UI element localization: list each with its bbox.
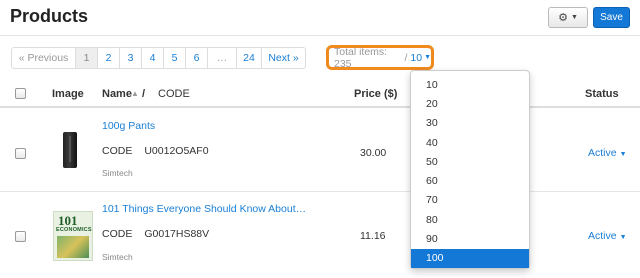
vendor-name: Simtech [102,168,133,178]
product-thumbnail[interactable]: 101 ECONOMICS [53,211,93,261]
page-link-4[interactable]: 4 [141,47,164,69]
caret-down-icon: ▼ [619,234,627,241]
select-all-checkbox[interactable] [15,88,26,99]
page-link-2[interactable]: 2 [97,47,120,69]
menu-option-90[interactable]: 90 [411,229,529,248]
status-label: Active [588,230,617,242]
status-dropdown[interactable]: Active ▼ [588,147,627,159]
menu-option-30[interactable]: 30 [411,114,529,133]
status-dropdown[interactable]: Active ▼ [588,230,627,242]
caret-down-icon: ▼ [424,54,431,61]
column-header-image: Image [52,88,84,100]
table-row: 101 ECONOMICS 101 Things Everyone Should… [0,193,640,278]
product-name-link[interactable]: 100g Pants [102,120,155,132]
menu-option-50[interactable]: 50 [411,152,529,171]
pagination-ellipsis: … [207,47,237,69]
product-code: CODE U0012O5AF0 [102,145,209,157]
items-per-page-selector[interactable]: Total items: 235 / 10 ▼ [326,45,434,70]
menu-option-40[interactable]: 40 [411,133,529,152]
page-link-3[interactable]: 3 [119,47,142,69]
save-button[interactable]: Save [593,7,630,28]
product-code: CODE G0017HS88V [102,228,209,240]
gear-icon: ⚙ [558,12,568,24]
book-cover-title: ECONOMICS [56,227,92,233]
pagination: « Previous 1 2 3 4 5 6 … 24 Next » [11,47,306,69]
page-link-6[interactable]: 6 [185,47,208,69]
menu-option-100[interactable]: 100 [411,248,529,268]
header-separator: / [142,88,146,100]
status-label: Active [588,147,617,159]
page-link-1[interactable]: 1 [75,47,98,69]
page-link-5[interactable]: 5 [163,47,186,69]
product-price: 11.16 [360,230,386,242]
vendor-name: Simtech [102,252,133,262]
row-checkbox[interactable] [15,231,26,242]
next-page-link[interactable]: Next » [261,47,306,69]
menu-option-80[interactable]: 80 [411,210,529,229]
total-items-label: Total items: 235 [334,45,388,70]
product-thumbnail[interactable] [63,132,77,168]
column-header-price[interactable]: Price ($) [354,88,397,100]
sort-asc-icon[interactable]: ▲ [131,89,139,98]
previous-page-link[interactable]: « Previous [11,47,76,69]
column-header-status: Status [585,88,619,100]
code-value: U0012O5AF0 [144,145,209,157]
page-title: Products [10,6,89,26]
separator: / [404,51,408,64]
row-checkbox[interactable] [15,148,26,159]
page-header: Products ⚙ ▼ Save [0,0,640,36]
menu-option-10[interactable]: 10 [411,75,529,94]
settings-dropdown-button[interactable]: ⚙ ▼ [548,7,588,28]
caret-down-icon: ▼ [619,151,627,158]
code-value: G0017HS88V [144,228,210,240]
code-label: CODE [102,228,133,240]
page-link-last[interactable]: 24 [236,47,262,69]
book-cover-art [57,236,89,258]
menu-option-60[interactable]: 60 [411,171,529,190]
product-price: 30.00 [360,147,387,159]
menu-option-20[interactable]: 20 [411,94,529,113]
column-header-code[interactable]: CODE [158,88,190,100]
table-row: 100g Pants CODE U0012O5AF0 Simtech 30.00 … [0,110,640,192]
column-header-name[interactable]: Name [102,88,132,100]
code-label: CODE [102,145,133,157]
table-header: Image Name ▲ / CODE Price ($) Status [0,80,640,108]
product-name-link[interactable]: 101 Things Everyone Should Know About… [102,203,306,215]
caret-down-icon: ▼ [570,14,578,21]
items-per-page-menu: 10 20 30 40 50 60 70 80 90 100 [410,70,530,269]
menu-option-70[interactable]: 70 [411,191,529,210]
items-per-page-value[interactable]: 10 [410,52,422,64]
